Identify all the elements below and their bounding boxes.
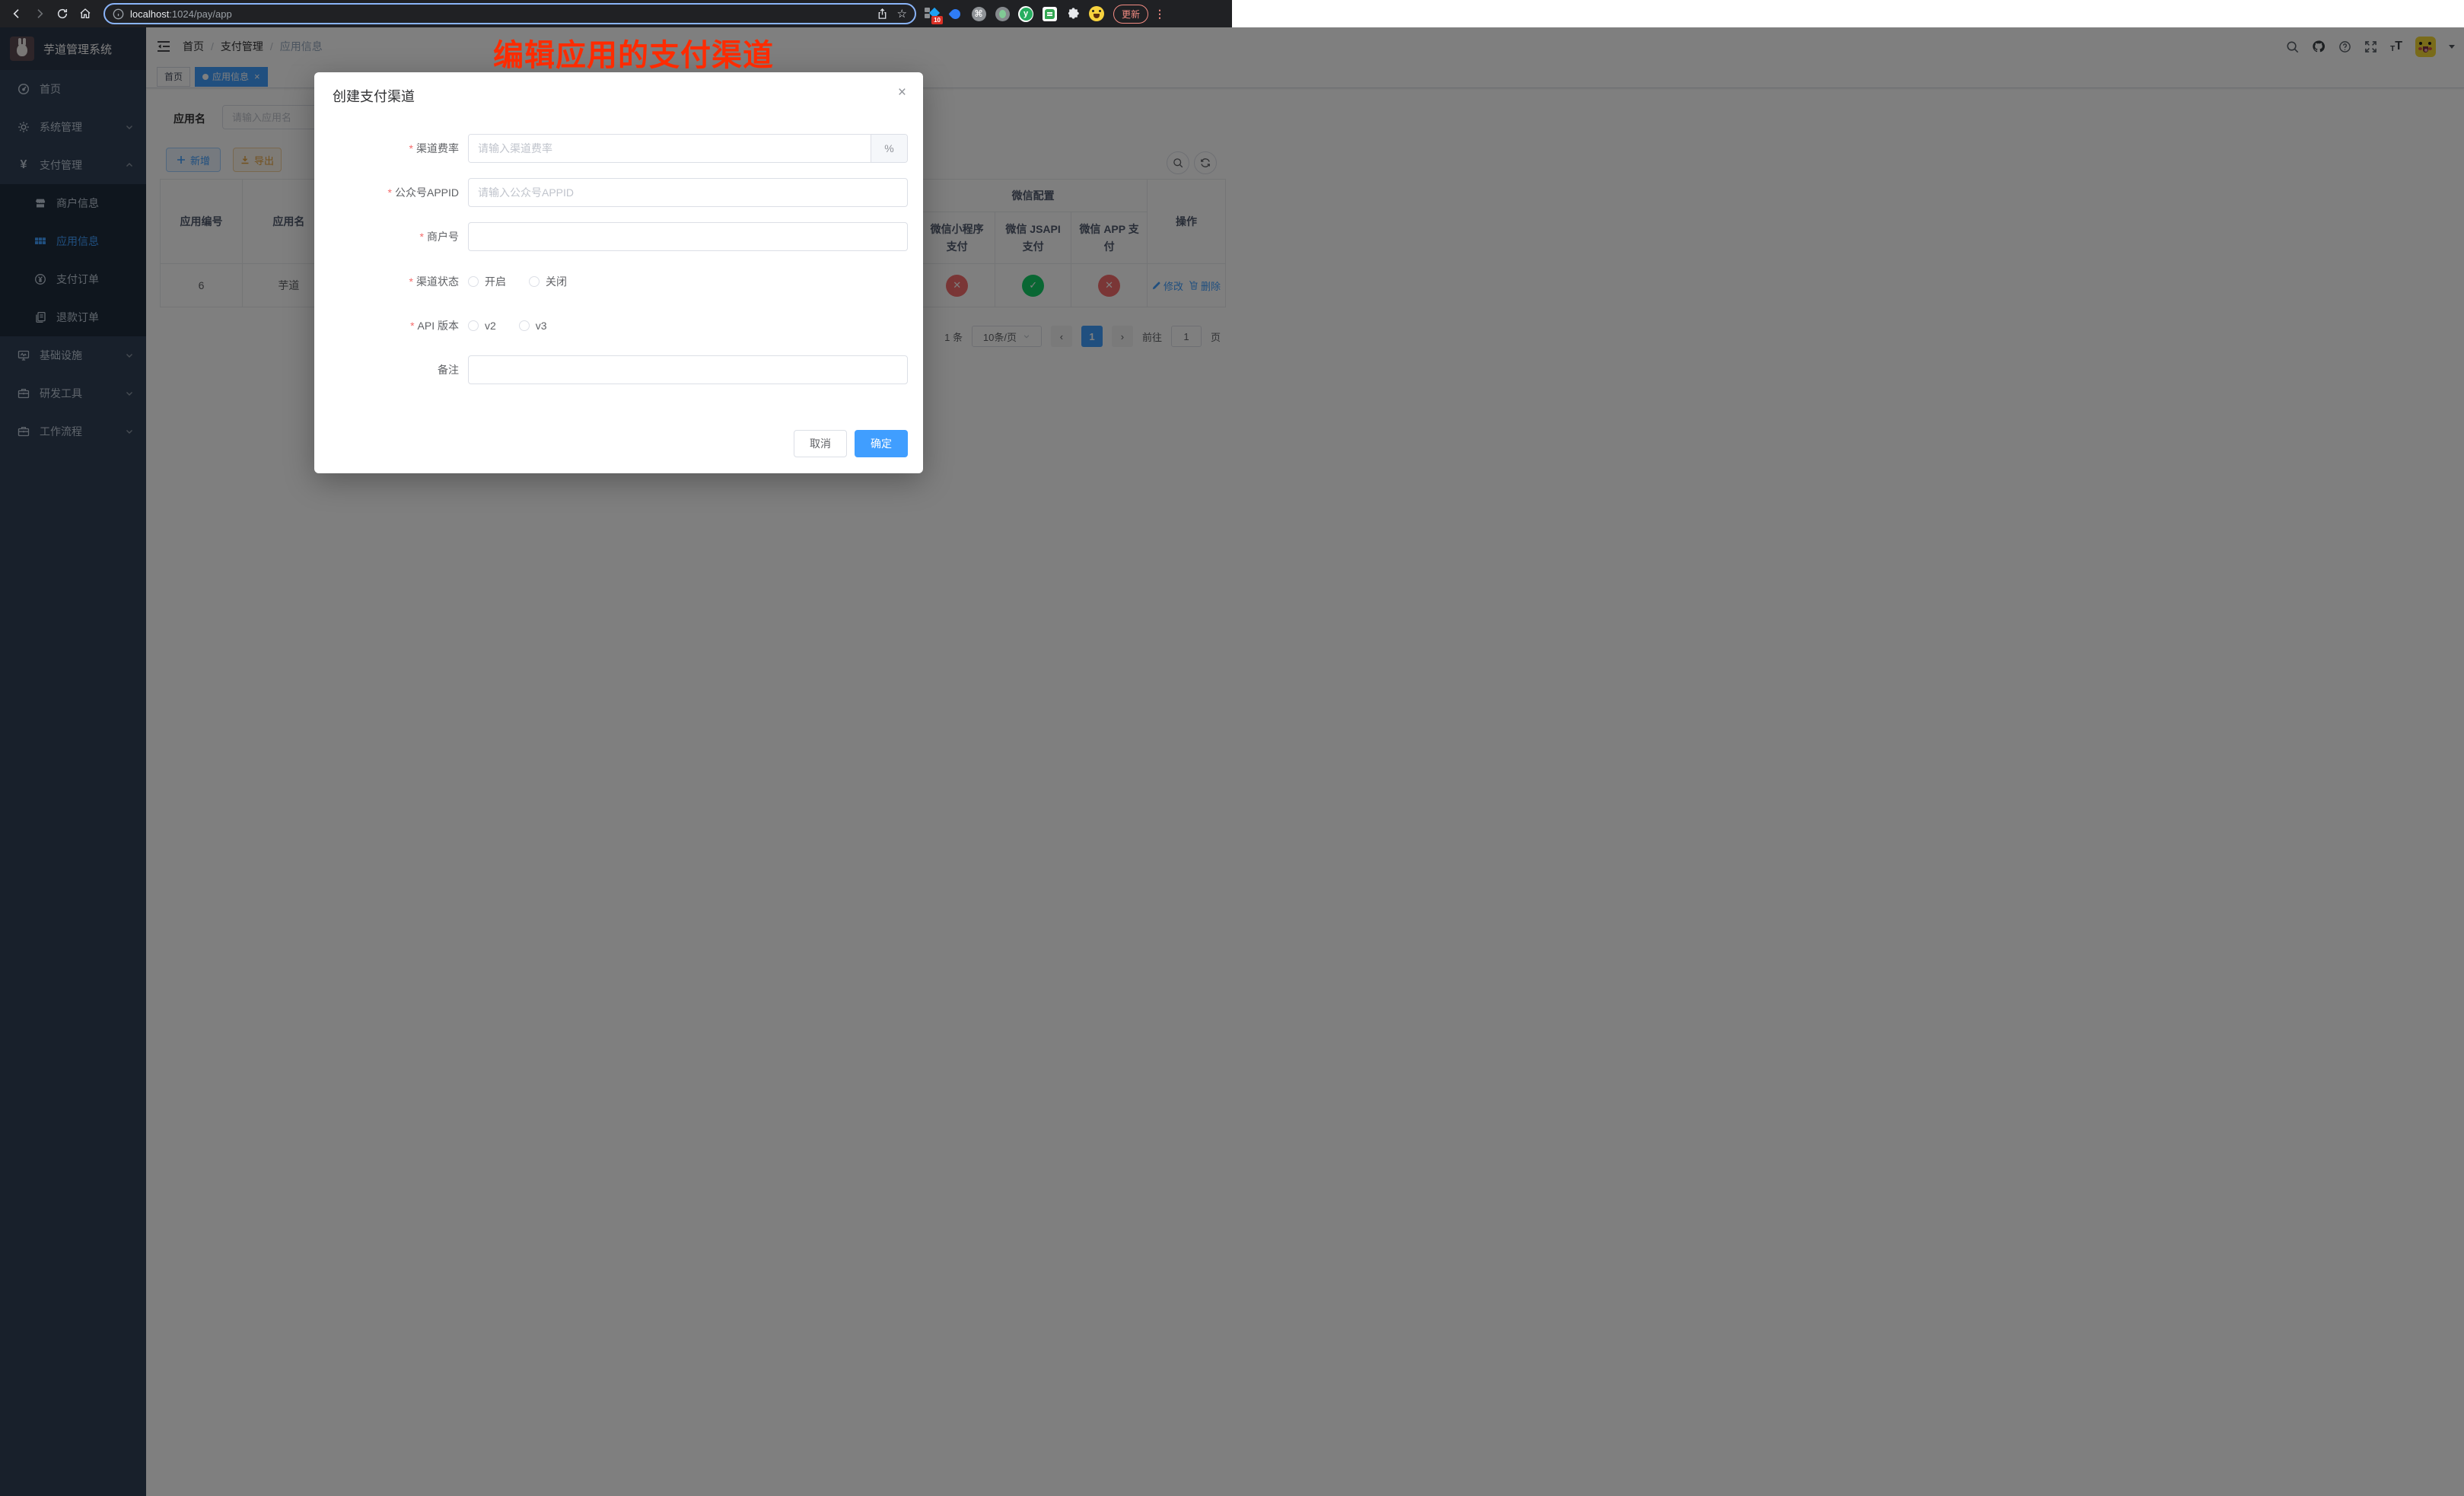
forward-icon[interactable] <box>33 8 46 20</box>
confirm-button[interactable]: 确定 <box>855 430 908 457</box>
rate-suffix: % <box>871 135 907 162</box>
merchant-input[interactable] <box>468 222 908 251</box>
extensions-row: 10 ⌘ y <box>924 6 1104 21</box>
remark-label: 备注 <box>438 362 459 377</box>
cancel-button[interactable]: 取消 <box>794 430 847 457</box>
address-bar[interactable]: localhost:1024/pay/app ☆ <box>103 3 916 24</box>
field-merchant: *商户号 <box>314 222 923 251</box>
home-icon[interactable] <box>79 8 91 20</box>
status-radio-on[interactable]: 开启 <box>468 274 506 289</box>
radio-icon <box>529 276 540 287</box>
extension-emoji-face-icon[interactable] <box>1089 6 1104 21</box>
share-icon[interactable] <box>877 8 888 20</box>
browser-toolbar: localhost:1024/pay/app ☆ 10 ⌘ y 更新 ⋮ <box>0 0 1232 27</box>
appid-label: 公众号APPID <box>395 185 459 200</box>
extension-y-icon[interactable]: y <box>1018 6 1033 21</box>
browser-update-button[interactable]: 更新 <box>1113 5 1148 24</box>
radio-icon <box>468 276 479 287</box>
merchant-label: 商户号 <box>427 229 459 244</box>
field-rate: *渠道费率 % <box>314 134 923 163</box>
radio-icon <box>468 320 479 331</box>
extension-blue-diamond-icon[interactable]: 10 <box>924 6 939 21</box>
field-appid: *公众号APPID <box>314 178 923 207</box>
back-icon[interactable] <box>11 8 23 20</box>
extension-green-dot-icon[interactable] <box>995 6 1010 21</box>
site-info-icon[interactable] <box>113 8 124 20</box>
field-status: *渠道状态 开启 关闭 <box>314 267 923 296</box>
browser-menu-icon[interactable]: ⋮ <box>1154 8 1165 21</box>
dialog-close-icon[interactable]: × <box>898 84 906 101</box>
field-api-version: *API 版本 v2 v3 <box>314 311 923 340</box>
dialog-footer: 取消 确定 <box>794 430 908 457</box>
field-remark: 备注 <box>314 355 923 384</box>
radio-icon <box>519 320 530 331</box>
extension-balloon-icon[interactable] <box>947 6 963 21</box>
dialog-title: 创建支付渠道 <box>333 86 415 106</box>
extension-puzzle-icon[interactable] <box>1065 6 1081 21</box>
remark-input[interactable] <box>468 355 908 384</box>
api-version-label: API 版本 <box>418 318 459 333</box>
reload-icon[interactable] <box>56 8 68 20</box>
extension-badge: 10 <box>931 16 943 24</box>
bookmark-star-icon[interactable]: ☆ <box>897 7 907 21</box>
api-radio-v3[interactable]: v3 <box>519 320 547 332</box>
status-radio-off[interactable]: 关闭 <box>529 274 567 289</box>
create-channel-dialog: 创建支付渠道 × *渠道费率 % *公众号APPID *商户号 *渠道状态 开启… <box>314 72 923 473</box>
status-label: 渠道状态 <box>416 274 459 289</box>
extension-chat-icon[interactable] <box>1042 6 1057 21</box>
url-text: localhost:1024/pay/app <box>130 8 232 20</box>
annotation-text: 编辑应用的支付渠道 <box>493 30 774 75</box>
rate-input[interactable] <box>469 135 871 162</box>
rate-label: 渠道费率 <box>416 141 459 156</box>
extension-command-icon[interactable]: ⌘ <box>971 6 986 21</box>
appid-input[interactable] <box>468 178 908 207</box>
api-radio-v2[interactable]: v2 <box>468 320 496 332</box>
